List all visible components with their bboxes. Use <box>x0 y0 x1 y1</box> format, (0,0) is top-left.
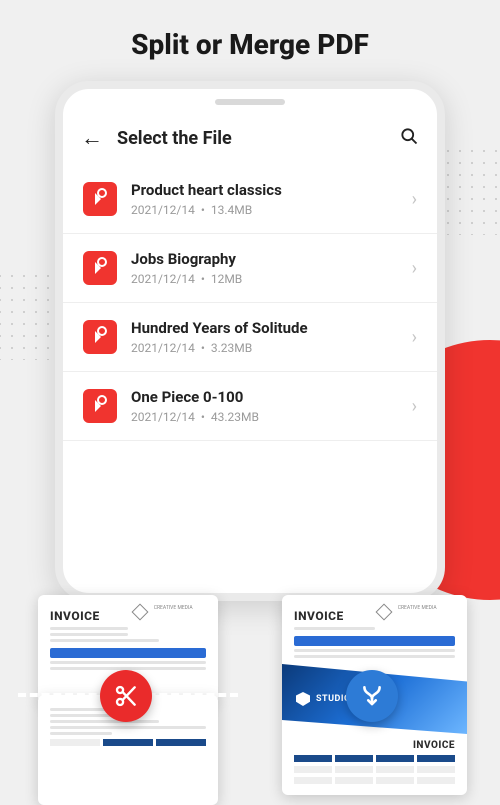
page-title: Split or Merge PDF <box>0 0 500 81</box>
chevron-right-icon: › <box>412 327 417 348</box>
file-list: Product heart classics 2021/12/14 • 13.4… <box>63 165 437 441</box>
file-name: One Piece 0-100 <box>131 388 398 406</box>
pdf-file-icon <box>83 251 117 285</box>
chevron-right-icon: › <box>412 396 417 417</box>
file-item[interactable]: One Piece 0-100 2021/12/14 • 43.23MB › <box>63 372 437 441</box>
brand-label: CREATIVE MEDIA <box>398 605 437 611</box>
chevron-right-icon: › <box>412 189 417 210</box>
app-header: ← Select the File <box>63 115 437 165</box>
file-text: Product heart classics 2021/12/14 • 13.4… <box>131 181 398 217</box>
pdf-file-icon <box>83 182 117 216</box>
pdf-file-icon <box>83 389 117 423</box>
cut-icon[interactable] <box>100 670 152 722</box>
diamond-logo-icon <box>131 604 148 621</box>
file-meta: 2021/12/14 • 13.4MB <box>131 203 398 217</box>
invoice-heading: INVOICE <box>413 740 455 751</box>
diamond-logo-icon <box>375 604 392 621</box>
back-arrow-icon[interactable]: ← <box>81 125 103 151</box>
search-icon[interactable] <box>399 126 419 150</box>
file-meta: 2021/12/14 • 43.23MB <box>131 410 398 424</box>
invoice-heading: INVOICE <box>294 609 344 623</box>
file-meta: 2021/12/14 • 12MB <box>131 272 398 286</box>
header-title: Select the File <box>117 128 385 149</box>
shield-icon <box>296 692 310 706</box>
chevron-right-icon: › <box>412 258 417 279</box>
phone-frame: ← Select the File Product heart classics… <box>55 81 445 601</box>
file-text: Jobs Biography 2021/12/14 • 12MB <box>131 250 398 286</box>
brand-label: CREATIVE MEDIA <box>154 605 193 611</box>
file-meta: 2021/12/14 • 3.23MB <box>131 341 398 355</box>
file-name: Jobs Biography <box>131 250 398 268</box>
phone-notch <box>215 99 285 105</box>
split-preview: INVOICE CREATIVE MEDIA <box>28 595 228 805</box>
file-name: Product heart classics <box>131 181 398 199</box>
file-item[interactable]: Jobs Biography 2021/12/14 • 12MB › <box>63 234 437 303</box>
file-text: Hundred Years of Solitude 2021/12/14 • 3… <box>131 319 398 355</box>
pdf-file-icon <box>83 320 117 354</box>
invoice-heading: INVOICE <box>50 609 100 623</box>
merge-icon[interactable] <box>346 670 398 722</box>
merge-preview: INVOICE CREATIVE MEDIA STUDIO DESIGN INV… <box>272 595 472 805</box>
preview-row: INVOICE CREATIVE MEDIA <box>0 585 500 800</box>
file-item[interactable]: Product heart classics 2021/12/14 • 13.4… <box>63 165 437 234</box>
file-text: One Piece 0-100 2021/12/14 • 43.23MB <box>131 388 398 424</box>
file-name: Hundred Years of Solitude <box>131 319 398 337</box>
file-item[interactable]: Hundred Years of Solitude 2021/12/14 • 3… <box>63 303 437 372</box>
